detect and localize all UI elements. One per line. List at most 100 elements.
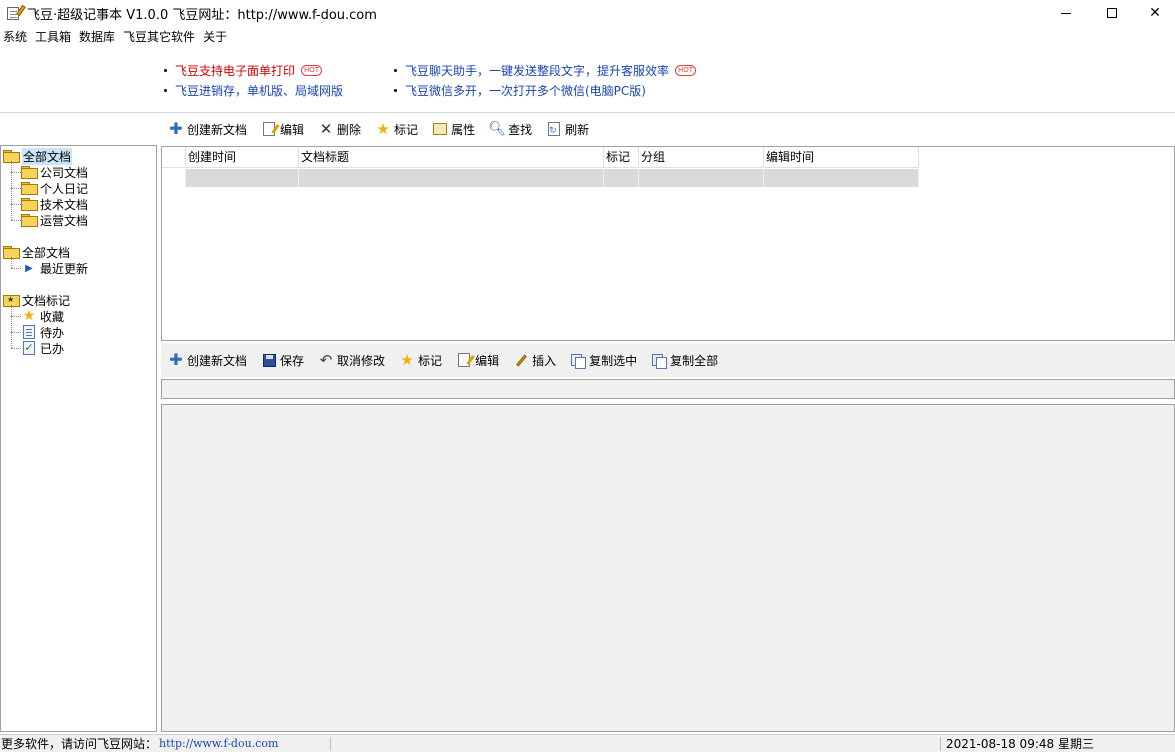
- tree-node-tech-docs[interactable]: 技术文档: [21, 196, 88, 212]
- button-label: 查找: [508, 122, 533, 137]
- button-label: 取消修改: [337, 353, 386, 368]
- tree-label: 公司文档: [40, 165, 89, 180]
- editor-toolbar: ✚ 创建新文档 保存 ↶ 取消修改 ★ 标记 编辑 插入 复制选中 复制全部: [168, 347, 732, 373]
- promo-link-waybill[interactable]: 飞豆支持电子面单打印 HOT: [164, 62, 323, 79]
- column-header-mark[interactable]: 标记: [604, 147, 639, 168]
- editor-edit-button[interactable]: 编辑: [456, 352, 499, 369]
- tree-connector: [11, 332, 21, 333]
- maximize-button[interactable]: [1089, 0, 1135, 26]
- minimize-icon: [1061, 12, 1071, 14]
- button-label: 编辑: [280, 122, 305, 137]
- promo-text[interactable]: 飞豆聊天助手，一键发送整段文字，提升客服效率: [405, 62, 669, 79]
- search-icon: 🔍︎: [488, 121, 506, 137]
- button-label: 保存: [280, 353, 305, 368]
- table-cell[interactable]: [639, 169, 764, 187]
- tree-node-document-marks[interactable]: ★ 文档标记: [3, 292, 70, 308]
- table-cell[interactable]: [299, 169, 604, 187]
- tree-node-company-docs[interactable]: 公司文档: [21, 164, 88, 180]
- save-icon: [262, 353, 276, 367]
- tree-node-operations-docs[interactable]: 运营文档: [21, 212, 88, 228]
- button-label: 标记: [394, 122, 419, 137]
- tree-connector: [11, 257, 12, 268]
- document-title-field[interactable]: [161, 379, 1175, 399]
- tree-node-done[interactable]: ✓ 已办: [21, 340, 64, 356]
- table-row[interactable]: [162, 169, 919, 187]
- promo-text[interactable]: 飞豆支持电子面单打印: [175, 62, 295, 79]
- promo-text[interactable]: 飞豆进销存，单机版、局域网版: [175, 82, 343, 99]
- insert-button[interactable]: 插入: [513, 352, 556, 369]
- status-divider: [330, 737, 331, 751]
- properties-button[interactable]: 属性: [432, 121, 475, 138]
- promo-link-chat-assistant[interactable]: 飞豆聊天助手，一键发送整段文字，提升客服效率 HOT: [394, 62, 697, 79]
- column-header-title[interactable]: 文档标题: [299, 147, 604, 168]
- title-bar: 飞豆·超级记事本 V1.0.0 飞豆网址：http://www.f-dou.co…: [0, 0, 1175, 26]
- edit-icon: [458, 353, 471, 367]
- promo-text[interactable]: 飞豆微信多开，一次打开多个微信(电脑PC版): [405, 82, 646, 99]
- play-arrow-icon: ▶: [25, 262, 33, 274]
- create-document-button[interactable]: ✚ 创建新文档: [168, 121, 247, 138]
- tree-node-recently-updated[interactable]: ▶ 最近更新: [21, 260, 88, 276]
- bullet: [394, 89, 397, 92]
- star-icon: ★: [400, 351, 414, 369]
- tree-connector: [11, 172, 21, 173]
- document-editor[interactable]: [161, 404, 1175, 732]
- button-label: 标记: [418, 353, 443, 368]
- column-header-edited[interactable]: 编辑时间: [764, 147, 919, 168]
- hot-badge: HOT: [301, 65, 323, 76]
- tree-label: 待办: [40, 325, 65, 340]
- table-cell[interactable]: [186, 169, 299, 187]
- menu-database[interactable]: 数据库: [75, 27, 119, 47]
- menu-toolbox[interactable]: 工具箱: [31, 27, 75, 47]
- copy-all-button[interactable]: 复制全部: [651, 352, 718, 369]
- table-cell[interactable]: [764, 169, 919, 187]
- menu-about[interactable]: 关于: [199, 27, 231, 47]
- tree-label: 已办: [40, 341, 65, 356]
- refresh-button[interactable]: ↻ 刷新: [546, 121, 589, 138]
- tree-label: 收藏: [40, 309, 65, 324]
- table-cell[interactable]: [604, 169, 639, 187]
- row-indicator[interactable]: [162, 169, 186, 187]
- button-label: 创建新文档: [187, 353, 248, 368]
- tree-node-all-documents[interactable]: 全部文档: [3, 147, 73, 165]
- tree-connector: [11, 204, 21, 205]
- hot-badge: HOT: [675, 65, 697, 76]
- edit-button[interactable]: 编辑: [261, 121, 304, 138]
- tree-connector: [11, 305, 12, 348]
- delete-button[interactable]: ✕ 删除: [318, 121, 361, 138]
- promo-link-wechat-multi[interactable]: 飞豆微信多开，一次打开多个微信(电脑PC版): [394, 82, 646, 99]
- editor-mark-button[interactable]: ★ 标记: [399, 352, 442, 369]
- column-header-created[interactable]: 创建时间: [186, 147, 299, 168]
- tree-label: 最近更新: [40, 261, 89, 276]
- find-button[interactable]: 🔍︎ 查找: [488, 121, 533, 138]
- button-label: 编辑: [475, 353, 500, 368]
- plus-icon: ✚: [169, 350, 183, 369]
- refresh-icon: ↻: [548, 122, 561, 136]
- tree-node-all-documents-recent[interactable]: 全部文档: [3, 244, 70, 260]
- tree-label: 技术文档: [40, 197, 89, 212]
- menu-system[interactable]: 系统: [0, 27, 31, 47]
- column-header-group[interactable]: 分组: [639, 147, 764, 168]
- promo-link-inventory[interactable]: 飞豆进销存，单机版、局域网版: [164, 82, 343, 99]
- copy-icon: [571, 353, 587, 369]
- save-button[interactable]: 保存: [261, 352, 304, 369]
- tree-node-favorites[interactable]: ★ 收藏: [21, 308, 64, 324]
- folder-icon: [21, 166, 38, 179]
- close-icon: ✕: [1149, 5, 1161, 21]
- menu-other-software[interactable]: 飞豆其它软件: [119, 27, 199, 47]
- copy-selected-button[interactable]: 复制选中: [570, 352, 637, 369]
- grid-header: 创建时间 文档标题 标记 分组 编辑时间: [162, 147, 919, 168]
- tree-connector: [11, 188, 21, 189]
- tree-connector: [11, 161, 12, 220]
- notepad-icon: [6, 4, 26, 21]
- undo-changes-button[interactable]: ↶ 取消修改: [318, 352, 385, 369]
- tree-node-todo[interactable]: 待办: [21, 324, 64, 340]
- button-label: 创建新文档: [187, 122, 248, 137]
- website-link[interactable]: http://www.f-dou.com: [159, 737, 278, 750]
- mark-button[interactable]: ★ 标记: [375, 121, 418, 138]
- tree-connector: [11, 316, 21, 317]
- button-label: 复制选中: [589, 353, 638, 368]
- editor-create-document-button[interactable]: ✚ 创建新文档: [168, 352, 247, 369]
- tree-node-personal-diary[interactable]: 个人日记: [21, 180, 88, 196]
- minimize-button[interactable]: [1043, 0, 1089, 26]
- close-button[interactable]: ✕: [1135, 0, 1175, 26]
